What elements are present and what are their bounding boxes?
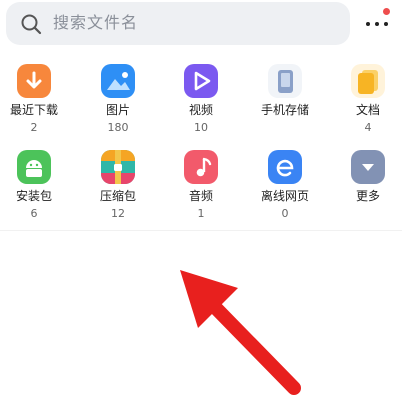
browser-e-icon (268, 150, 302, 184)
category-label: 离线网页 (260, 189, 309, 203)
category-videos[interactable]: 视频 10 (161, 56, 241, 140)
category-label: 文档 (355, 103, 380, 117)
category-label: 图片 (105, 103, 130, 117)
category-label: 安装包 (15, 189, 52, 203)
play-icon (184, 64, 218, 98)
download-icon (17, 64, 51, 98)
zip-icon (101, 150, 135, 184)
category-count: 1 (197, 207, 205, 220)
category-label: 最近下载 (9, 103, 58, 117)
category-label: 音频 (188, 189, 213, 203)
music-note-icon (184, 150, 218, 184)
phone-storage-icon (268, 64, 302, 98)
search-icon (21, 14, 42, 35)
document-icon (351, 64, 385, 98)
category-count: 6 (30, 207, 38, 220)
category-offline-webpages[interactable]: 离线网页 0 (245, 142, 325, 226)
category-count: 2 (30, 121, 38, 134)
category-count: 4 (364, 121, 372, 134)
category-count: 10 (194, 121, 208, 134)
annotation-arrow (180, 270, 301, 395)
category-documents[interactable]: 文档 4 (328, 56, 402, 140)
search-bar[interactable]: 搜索文件名 (6, 2, 350, 45)
image-icon (101, 64, 135, 98)
category-grid: 最近下载 2 图片 180 视频 10 手机存储 文档 4 安装包 6 压缩包 … (0, 56, 402, 230)
category-recent-downloads[interactable]: 最近下载 2 (0, 56, 74, 140)
category-images[interactable]: 图片 180 (78, 56, 158, 140)
category-phone-storage[interactable]: 手机存储 (245, 56, 325, 140)
divider (0, 230, 402, 231)
category-count: 180 (107, 121, 129, 134)
category-label: 压缩包 (99, 189, 136, 203)
android-icon (17, 150, 51, 184)
notification-dot (383, 8, 390, 15)
category-apk[interactable]: 安装包 6 (0, 142, 74, 226)
category-archives[interactable]: 压缩包 12 (78, 142, 158, 226)
category-label: 更多 (355, 189, 380, 203)
category-audio[interactable]: 音频 1 (161, 142, 241, 226)
chevron-down-icon (351, 150, 385, 184)
search-placeholder: 搜索文件名 (53, 13, 139, 32)
category-label: 手机存储 (260, 103, 309, 117)
category-label: 视频 (188, 103, 213, 117)
category-more[interactable]: 更多 (328, 142, 402, 226)
more-options-button[interactable] (362, 8, 396, 38)
category-count: 12 (111, 207, 125, 220)
category-count: 0 (281, 207, 289, 220)
